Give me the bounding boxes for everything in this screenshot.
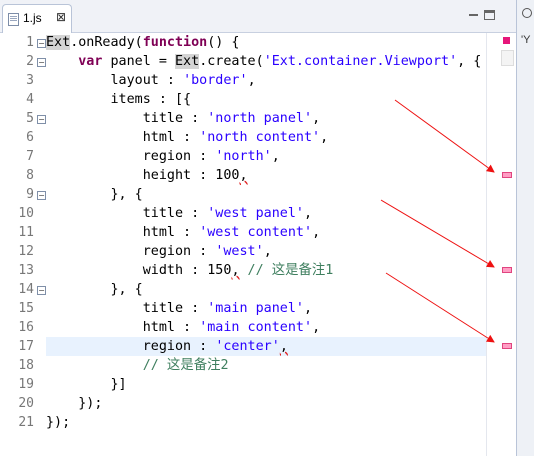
line-number: 9 [26, 187, 34, 202]
line-number: 14 [18, 282, 34, 297]
editor-tab-bar: 1.js ⊠ [0, 0, 534, 33]
code-line-6[interactable]: html : 'north content', [46, 128, 328, 147]
line-number: 7 [26, 149, 34, 164]
code-editor[interactable]: Ext.onReady(function() { var panel = Ext… [46, 33, 486, 456]
line-number: 11 [18, 225, 34, 240]
line-number: 16 [18, 320, 34, 335]
line-number: 3 [26, 73, 34, 88]
trailing-comma-warning: , [231, 263, 240, 278]
line-number: 17 [18, 339, 34, 354]
code-line-15[interactable]: title : 'main panel', [46, 299, 312, 318]
code-line-21[interactable]: }); [46, 413, 70, 432]
side-panel: 'Y [516, 0, 534, 456]
problem-summary-icon[interactable] [503, 37, 510, 44]
trailing-comma-warning: , [279, 339, 288, 354]
line-number: 2 [26, 54, 34, 69]
warning-marker[interactable] [502, 267, 512, 273]
panel-icon[interactable] [522, 8, 532, 18]
line-number: 20 [18, 396, 34, 411]
code-line-9[interactable]: }, { [46, 185, 142, 204]
fold-toggle-icon[interactable]: − [37, 286, 46, 295]
code-line-2[interactable]: var panel = Ext.create('Ext.container.Vi… [46, 52, 481, 71]
side-panel-label: 'Y [521, 34, 531, 46]
code-line-8[interactable]: height : 100, [46, 166, 248, 185]
tab-1js[interactable]: 1.js ⊠ [2, 4, 72, 33]
code-line-3[interactable]: layout : 'border', [46, 71, 255, 90]
code-line-14[interactable]: }, { [46, 280, 142, 299]
maximize-icon[interactable] [484, 10, 495, 20]
line-number: 13 [18, 263, 34, 278]
code-line-13[interactable]: width : 150, // 这是备注1 [46, 261, 334, 280]
fold-toggle-icon[interactable]: − [37, 39, 46, 48]
minimize-icon[interactable] [468, 10, 479, 19]
line-number: 1 [26, 35, 34, 50]
fold-toggle-icon[interactable]: − [37, 58, 46, 67]
line-number: 4 [26, 92, 34, 107]
warning-marker[interactable] [502, 343, 512, 349]
code-line-7[interactable]: region : 'north', [46, 147, 280, 166]
js-file-icon [8, 13, 19, 26]
warning-marker[interactable] [502, 172, 512, 178]
overview-ruler[interactable] [486, 33, 515, 456]
code-line-12[interactable]: region : 'west', [46, 242, 272, 261]
line-number-gutter: 1 2 3 4 5 6 7 8 9 10 11 12 13 14 15 16 1… [0, 33, 46, 456]
line-number: 10 [18, 206, 34, 221]
fold-toggle-icon[interactable]: − [37, 115, 46, 124]
code-line-18[interactable]: // 这是备注2 [46, 356, 229, 375]
code-line-1[interactable]: Ext.onReady(function() { [46, 33, 240, 52]
line-number: 15 [18, 301, 34, 316]
tab-title: 1.js [23, 11, 42, 25]
fold-toggle-icon[interactable]: − [37, 191, 46, 200]
line-number: 8 [26, 168, 34, 183]
line-number: 21 [18, 415, 34, 430]
scrollbar-thumb[interactable] [501, 50, 514, 66]
code-line-20[interactable]: }); [46, 394, 102, 413]
line-number: 19 [18, 377, 34, 392]
code-line-11[interactable]: html : 'west content', [46, 223, 320, 242]
code-line-16[interactable]: html : 'main content', [46, 318, 320, 337]
code-line-4[interactable]: items : [{ [46, 90, 191, 109]
line-number: 6 [26, 130, 34, 145]
code-line-5[interactable]: title : 'north panel', [46, 109, 320, 128]
code-line-19[interactable]: }] [46, 375, 126, 394]
code-line-17[interactable]: region : 'center', [46, 337, 288, 356]
close-tab-icon[interactable]: ⊠ [56, 10, 66, 24]
code-line-10[interactable]: title : 'west panel', [46, 204, 312, 223]
line-number: 5 [26, 111, 34, 126]
line-number: 12 [18, 244, 34, 259]
trailing-comma-warning: , [239, 168, 248, 183]
line-number: 18 [18, 358, 34, 373]
